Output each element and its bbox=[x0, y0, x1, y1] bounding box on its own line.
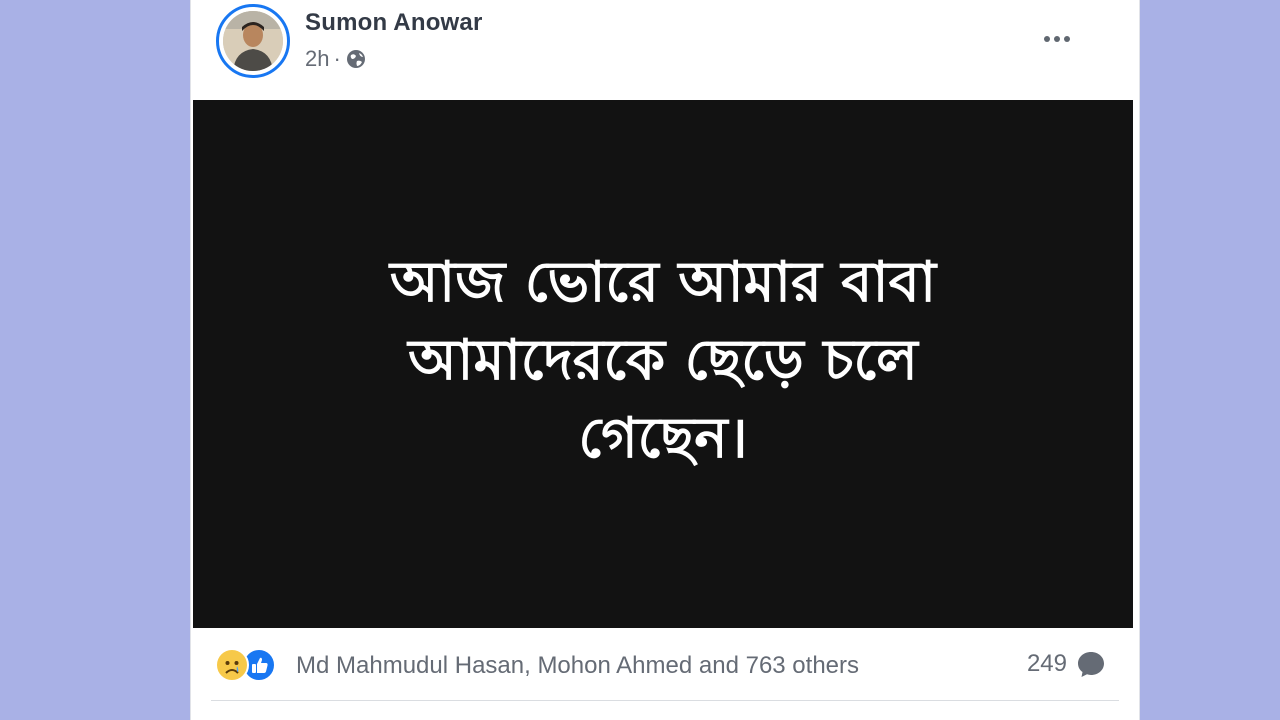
avatar-person-icon bbox=[223, 11, 283, 71]
reactions-bar: Md Mahmudul Hasan, Mohon Ahmed and 763 o… bbox=[191, 628, 1139, 704]
more-options-button[interactable] bbox=[1037, 24, 1077, 54]
post-header: Sumon Anowar 2h · bbox=[191, 0, 1139, 100]
reactors-text[interactable]: Md Mahmudul Hasan, Mohon Ahmed and 763 o… bbox=[296, 652, 859, 680]
sad-reaction-icon bbox=[215, 648, 249, 682]
comment-count-value: 249 bbox=[1026, 650, 1067, 677]
more-options-dot bbox=[1064, 36, 1070, 42]
post-meta: 2h · bbox=[305, 46, 367, 72]
more-options-dot bbox=[1054, 36, 1060, 42]
meta-separator: · bbox=[333, 46, 341, 71]
post-image[interactable]: আজ ভোরে আমার বাবা আমাদেরকে ছেড়ে চলে গেছ… bbox=[193, 100, 1133, 628]
globe-icon[interactable] bbox=[345, 48, 367, 70]
reactions-divider bbox=[211, 700, 1119, 701]
post-image-text: আজ ভোরে আমার বাবা আমাদেরকে ছেড়ে চলে গেছ… bbox=[343, 244, 983, 478]
author-name[interactable]: Sumon Anowar bbox=[305, 9, 483, 37]
reaction-icons[interactable] bbox=[215, 648, 291, 684]
post-text-line: গেছেন। bbox=[578, 406, 748, 471]
comment-count[interactable]: 249 bbox=[1027, 648, 1107, 680]
author-avatar[interactable] bbox=[216, 4, 290, 78]
post-text-line: আমাদেরকে ছেড়ে চলে bbox=[408, 328, 918, 393]
post-timestamp[interactable]: 2h bbox=[305, 46, 329, 72]
comment-bubble-icon bbox=[1075, 648, 1107, 680]
post-text-line: আজ ভোরে আমার বাবা bbox=[389, 250, 937, 315]
more-options-icon bbox=[1044, 36, 1050, 42]
avatar-photo bbox=[223, 11, 283, 71]
post-card: Sumon Anowar 2h · আজ ভোরে আমার বাবা আমাদ… bbox=[190, 0, 1140, 720]
